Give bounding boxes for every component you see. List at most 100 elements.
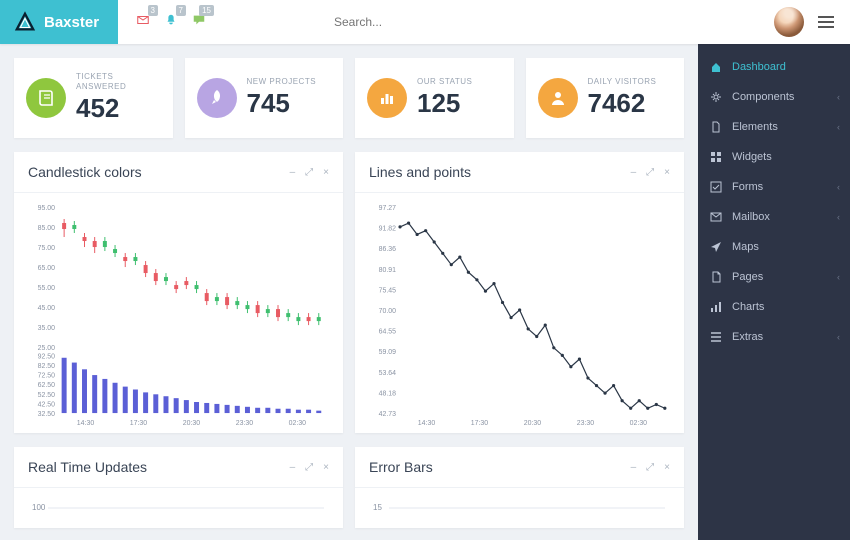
svg-text:86.36: 86.36	[379, 246, 397, 253]
brand-text: Baxster	[44, 14, 99, 31]
home-icon	[710, 61, 722, 73]
close-button[interactable]: ×	[323, 462, 329, 473]
realtime-chart: 100	[24, 498, 333, 522]
minimize-button[interactable]: –	[290, 167, 296, 178]
svg-text:20:30: 20:30	[524, 420, 542, 427]
expand-button[interactable]: ⤢	[646, 462, 654, 473]
sidebar-item-extras[interactable]: Extras ‹	[698, 322, 850, 352]
search-input[interactable]	[334, 9, 554, 35]
menu-toggle[interactable]	[818, 13, 834, 31]
envelope-icon	[710, 211, 722, 223]
panel-actions: – ⤢ ×	[631, 462, 670, 473]
panel-errorbars: Error Bars – ⤢ × 15	[355, 447, 684, 528]
panel-actions: – ⤢ ×	[290, 462, 329, 473]
mail-notification[interactable]: 3	[136, 13, 150, 32]
svg-text:92.50: 92.50	[38, 354, 56, 361]
sidebar-item-label: Forms	[732, 181, 763, 193]
chevron-left-icon: ‹	[837, 332, 840, 342]
list-icon	[710, 331, 722, 343]
sidebar-item-label: Widgets	[732, 151, 772, 163]
svg-text:97.27: 97.27	[379, 205, 397, 212]
brand-logo[interactable]: Baxster	[0, 0, 118, 44]
stat-card[interactable]: OUR STATUS125	[355, 58, 514, 138]
stat-label: DAILY VISITORS	[588, 77, 657, 87]
expand-button[interactable]: ⤢	[646, 167, 654, 178]
expand-button[interactable]: ⤢	[305, 167, 313, 178]
svg-text:23:30: 23:30	[577, 420, 595, 427]
chevron-left-icon: ‹	[837, 92, 840, 102]
panel-title: Error Bars	[369, 459, 433, 475]
svg-text:95.00: 95.00	[38, 205, 56, 212]
sidebar-item-widgets[interactable]: Widgets	[698, 142, 850, 172]
rocket-icon	[197, 78, 237, 118]
stat-label: NEW PROJECTS	[247, 77, 317, 87]
sidebar-item-pages[interactable]: Pages ‹	[698, 262, 850, 292]
expand-button[interactable]: ⤢	[305, 462, 313, 473]
panel-title: Lines and points	[369, 164, 471, 180]
chevron-left-icon: ‹	[837, 272, 840, 282]
svg-text:42.73: 42.73	[379, 411, 397, 418]
stat-card[interactable]: DAILY VISITORS7462	[526, 58, 685, 138]
minimize-button[interactable]: –	[290, 462, 296, 473]
chevron-left-icon: ‹	[837, 212, 840, 222]
stat-card[interactable]: NEW PROJECTS745	[185, 58, 344, 138]
svg-text:20:30: 20:30	[183, 420, 201, 427]
svg-text:25.00: 25.00	[38, 345, 56, 352]
file-icon	[710, 121, 722, 133]
svg-text:75.00: 75.00	[38, 245, 56, 252]
bell-notification[interactable]: 7	[164, 13, 178, 32]
sidebar-item-label: Maps	[732, 241, 759, 253]
panel-realtime: Real Time Updates – ⤢ × 100	[14, 447, 343, 528]
bars-icon	[367, 78, 407, 118]
svg-text:59.09: 59.09	[379, 349, 397, 356]
sidebar: DashboardComponents‹Elements‹WidgetsForm…	[698, 44, 850, 540]
svg-text:70.00: 70.00	[379, 308, 397, 315]
panel-title: Real Time Updates	[28, 459, 147, 475]
stat-value: 452	[76, 93, 161, 124]
svg-text:64.55: 64.55	[379, 329, 397, 336]
stat-cards: TICKETS ANSWERED452NEW PROJECTS745OUR ST…	[14, 58, 684, 138]
errorbars-chart: 15	[365, 498, 674, 522]
svg-text:62.50: 62.50	[38, 382, 56, 389]
svg-text:35.00: 35.00	[38, 325, 56, 332]
page-icon	[710, 271, 722, 283]
close-button[interactable]: ×	[664, 167, 670, 178]
stat-value: 125	[417, 88, 472, 119]
sidebar-item-label: Pages	[732, 271, 763, 283]
stat-value: 7462	[588, 88, 657, 119]
panel-actions: – ⤢ ×	[631, 167, 670, 178]
sidebar-item-components[interactable]: Components ‹	[698, 82, 850, 112]
svg-text:17:30: 17:30	[130, 420, 148, 427]
svg-text:15: 15	[373, 503, 382, 512]
grid-icon	[710, 151, 722, 163]
svg-text:52.50: 52.50	[38, 392, 56, 399]
minimize-button[interactable]: –	[631, 462, 637, 473]
candlestick-chart: 25.0035.0045.0055.0065.0075.0085.0095.00…	[24, 203, 333, 427]
svg-text:100: 100	[32, 503, 46, 512]
chart-icon	[710, 301, 722, 313]
sidebar-item-label: Mailbox	[732, 211, 770, 223]
svg-text:53.64: 53.64	[379, 370, 397, 377]
chat-notification[interactable]: 15	[192, 13, 206, 32]
sidebar-item-label: Components	[732, 91, 794, 103]
sidebar-item-mailbox[interactable]: Mailbox ‹	[698, 202, 850, 232]
badge: 15	[199, 5, 214, 16]
sidebar-item-forms[interactable]: Forms‹	[698, 172, 850, 202]
avatar[interactable]	[774, 7, 804, 37]
sidebar-item-charts[interactable]: Charts	[698, 292, 850, 322]
sidebar-item-elements[interactable]: Elements‹	[698, 112, 850, 142]
close-button[interactable]: ×	[323, 167, 329, 178]
sidebar-item-maps[interactable]: Maps	[698, 232, 850, 262]
svg-text:75.45: 75.45	[379, 288, 397, 295]
svg-text:72.50: 72.50	[38, 373, 56, 380]
sidebar-item-label: Elements	[732, 121, 778, 133]
sidebar-item-dashboard[interactable]: Dashboard	[698, 52, 850, 82]
line-chart: 42.7348.1853.6459.0964.5570.0075.4580.91…	[365, 203, 674, 427]
user-icon	[538, 78, 578, 118]
stat-card[interactable]: TICKETS ANSWERED452	[14, 58, 173, 138]
close-button[interactable]: ×	[664, 462, 670, 473]
logo-icon	[14, 11, 36, 33]
svg-text:02:30: 02:30	[289, 420, 307, 427]
sidebar-item-label: Extras	[732, 331, 763, 343]
minimize-button[interactable]: –	[631, 167, 637, 178]
